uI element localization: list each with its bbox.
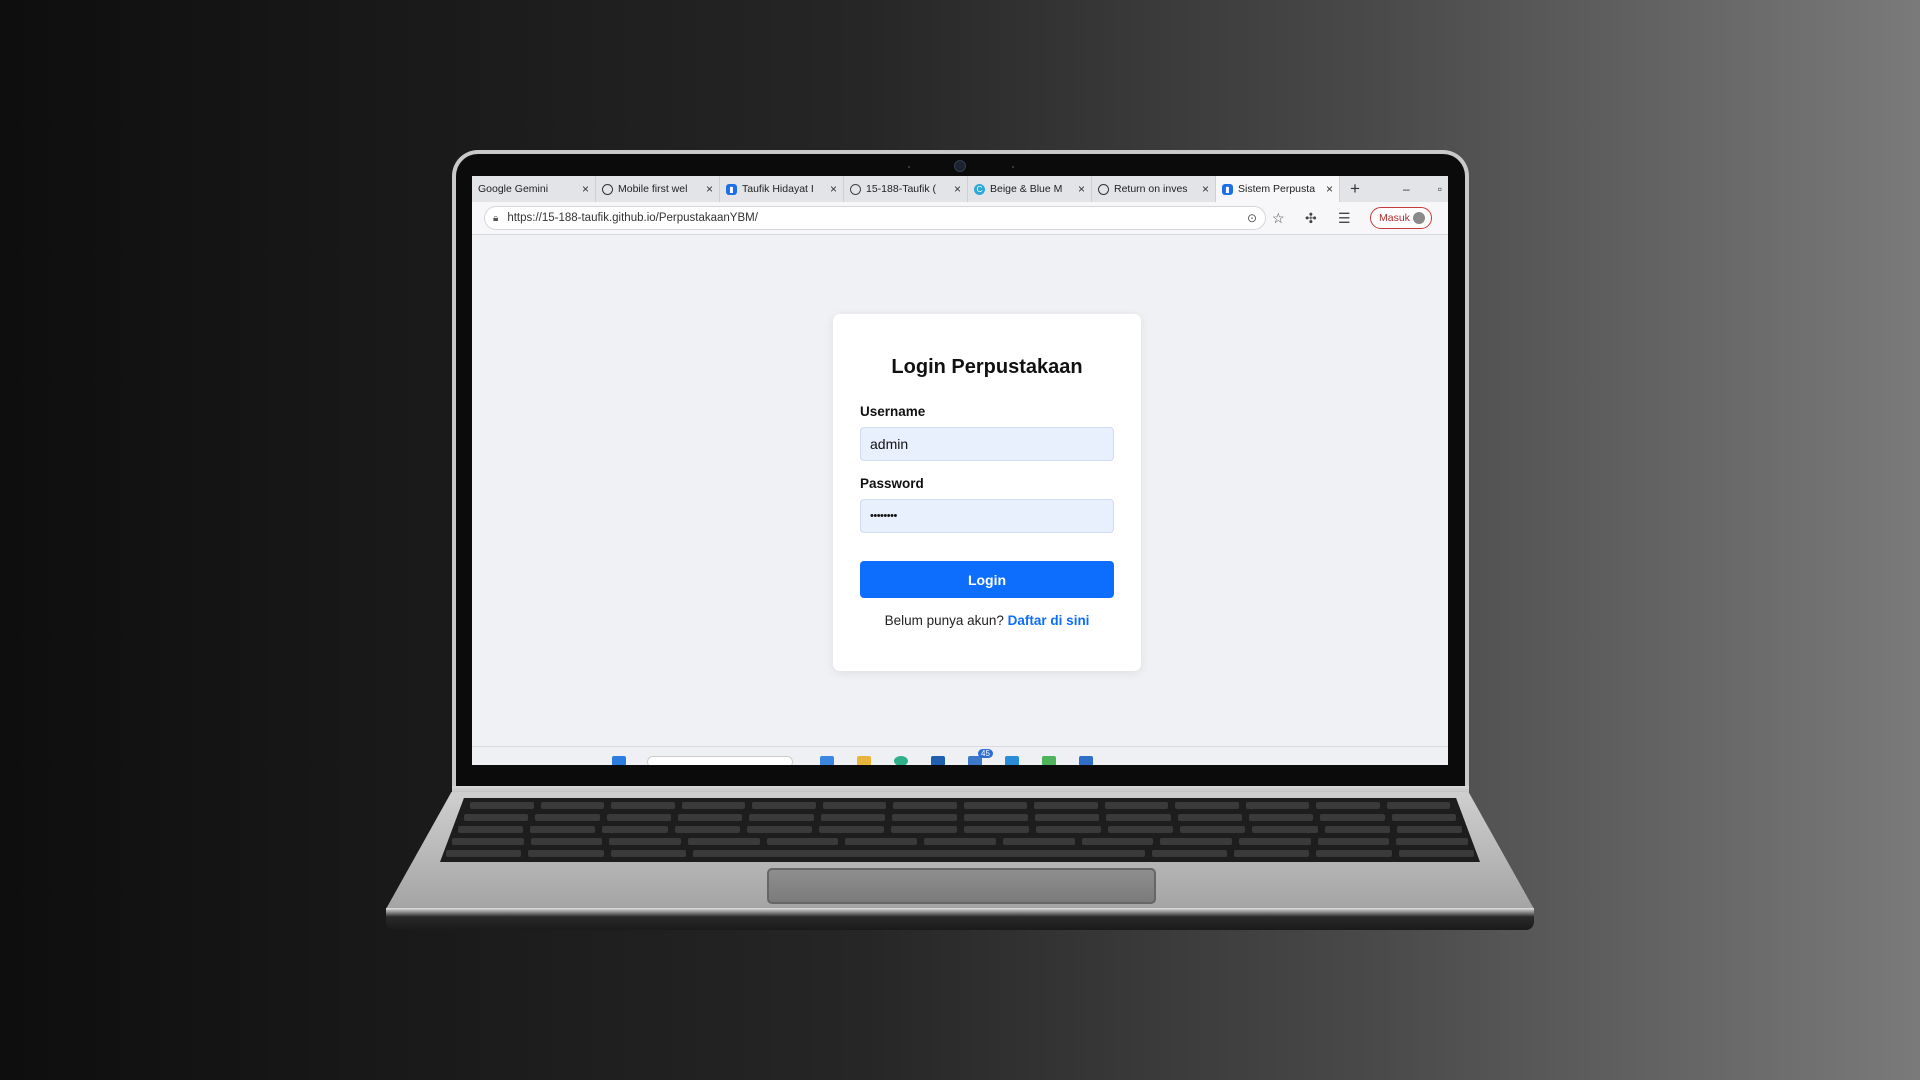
- tab-sistem-perpustakaan[interactable]: ▮ Sistem Perpusta ×: [1216, 176, 1340, 202]
- tab-github[interactable]: 15-188-Taufik ( ×: [844, 176, 968, 202]
- close-icon[interactable]: ×: [954, 182, 961, 196]
- url-text: https://15-188-taufik.github.io/Perpusta…: [507, 212, 758, 224]
- copilot-icon[interactable]: [820, 756, 834, 765]
- tab-return-on-investment[interactable]: Return on inves ×: [1092, 176, 1216, 202]
- search-field[interactable]: [647, 756, 793, 765]
- new-tab-button[interactable]: +: [1340, 176, 1370, 202]
- screen: Google Gemini × Mobile first wel × ▮ Tau…: [472, 176, 1448, 765]
- tab-label: Return on inves: [1114, 183, 1188, 195]
- tab-label: Google Gemini: [478, 183, 549, 195]
- tab-taufik-hidayat[interactable]: ▮ Taufik Hidayat I ×: [720, 176, 844, 202]
- github-icon: [850, 183, 861, 195]
- taskbar: 45: [472, 746, 1448, 765]
- more-icon[interactable]: ⊙: [1247, 211, 1257, 225]
- close-icon[interactable]: ×: [1326, 182, 1333, 196]
- favorite-star-icon[interactable]: ☆: [1272, 210, 1285, 227]
- openai-icon: [602, 183, 613, 195]
- vscode-icon[interactable]: [1005, 756, 1019, 765]
- tab-canva[interactable]: C Beige & Blue M ×: [968, 176, 1092, 202]
- register-text: Belum punya akun?: [884, 613, 1004, 628]
- webcam: [954, 160, 966, 172]
- keyboard: [440, 798, 1480, 862]
- lock-icon: 🔒︎: [493, 212, 499, 224]
- username-input[interactable]: admin: [860, 427, 1114, 461]
- favorites-icon[interactable]: ☰: [1338, 210, 1351, 227]
- store-icon[interactable]: [931, 756, 945, 765]
- tab-label: Taufik Hidayat I: [742, 183, 814, 195]
- register-link[interactable]: Daftar di sini: [1008, 613, 1090, 628]
- openai-icon: [1098, 183, 1109, 195]
- close-icon[interactable]: ×: [582, 182, 589, 196]
- page-title: Login Perpustakaan: [891, 356, 1083, 378]
- minimize-button[interactable]: –: [1403, 182, 1410, 196]
- profile-button[interactable]: Masuk: [1370, 207, 1432, 229]
- app-icon[interactable]: [1042, 756, 1056, 765]
- close-icon[interactable]: ×: [1078, 182, 1085, 196]
- app-icon: ▮: [726, 183, 737, 195]
- notification-badge: 45: [978, 749, 993, 758]
- laptop-front-edge: [386, 908, 1534, 930]
- tab-label: Sistem Perpusta: [1238, 183, 1316, 195]
- tab-google-gemini[interactable]: Google Gemini ×: [472, 176, 596, 202]
- password-input[interactable]: ••••••••: [860, 499, 1114, 533]
- close-icon[interactable]: ×: [1202, 182, 1209, 196]
- password-label: Password: [860, 476, 924, 491]
- close-icon[interactable]: ×: [706, 182, 713, 196]
- tab-label: Beige & Blue M: [990, 183, 1063, 195]
- tab-label: Mobile first wel: [618, 183, 688, 195]
- address-bar: 🔒︎ https://15-188-taufik.github.io/Perpu…: [472, 202, 1448, 235]
- sensor-dot: [908, 166, 910, 168]
- file-explorer-icon[interactable]: [857, 756, 871, 765]
- avatar-icon: [1413, 212, 1425, 224]
- app-icon[interactable]: [1079, 756, 1093, 765]
- extensions-icon[interactable]: ✣: [1305, 210, 1317, 227]
- close-icon[interactable]: ×: [830, 182, 837, 196]
- app-icon: ▮: [1222, 183, 1233, 195]
- tab-label: 15-188-Taufik (: [866, 183, 937, 195]
- edge-icon[interactable]: [894, 756, 908, 765]
- trackpad: [767, 868, 1156, 904]
- profile-label: Masuk: [1379, 212, 1410, 224]
- sensor-dot: [1012, 166, 1014, 168]
- register-prompt: Belum punya akun? Daftar di sini: [833, 613, 1141, 628]
- laptop-mockup: Google Gemini × Mobile first wel × ▮ Tau…: [0, 0, 1920, 1080]
- username-label: Username: [860, 404, 926, 419]
- tab-bar: Google Gemini × Mobile first wel × ▮ Tau…: [472, 176, 1448, 202]
- canva-icon: C: [974, 183, 985, 195]
- restore-button[interactable]: ▫: [1438, 182, 1442, 196]
- windows-start-icon[interactable]: [612, 756, 626, 765]
- tab-mobile-first[interactable]: Mobile first wel ×: [596, 176, 720, 202]
- login-button[interactable]: Login: [860, 561, 1114, 598]
- login-card: Login Perpustakaan Username admin Passwo…: [833, 314, 1141, 671]
- url-field[interactable]: 🔒︎ https://15-188-taufik.github.io/Perpu…: [484, 206, 1266, 230]
